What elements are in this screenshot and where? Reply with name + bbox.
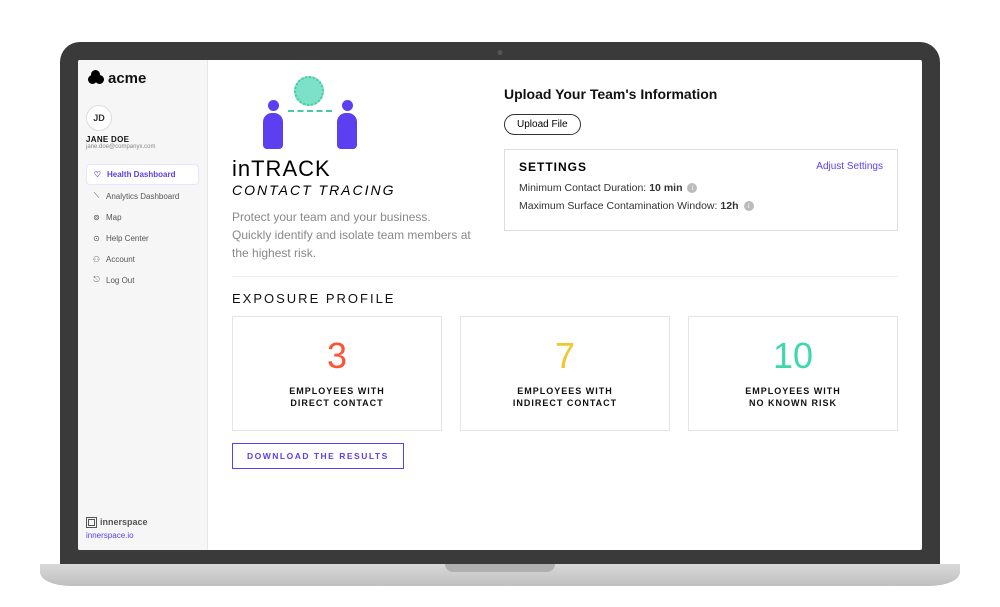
upload-title: Upload Your Team's Information: [504, 86, 898, 102]
nav-analytics-dashboard[interactable]: ⟍ Analytics Dashboard: [86, 187, 199, 206]
person-icon: [262, 100, 284, 150]
card-direct-contact: 3 EMPLOYEES WITH DIRECT CONTACT: [232, 316, 442, 431]
map-icon: ⊚: [92, 213, 101, 222]
company-logo: acme: [86, 70, 199, 87]
logo-icon: [88, 70, 104, 86]
account-icon: ⚇: [92, 255, 101, 264]
sidebar: acme JD JANE DOE jane.doe@companyx.com ♡…: [78, 60, 208, 550]
card-no-known-risk: 10 EMPLOYEES WITH NO KNOWN RISK: [688, 316, 898, 431]
setting-min-contact: Minimum Contact Duration: 10 min i: [519, 182, 883, 194]
hero-block: inTRACK CONTACT TRACING Protect your tea…: [232, 76, 472, 262]
upper-section: inTRACK CONTACT TRACING Protect your tea…: [232, 76, 898, 277]
card-label: EMPLOYEES WITH NO KNOWN RISK: [699, 385, 887, 410]
nav-label: Account: [106, 255, 135, 264]
nav-label: Map: [106, 213, 122, 222]
nav-map[interactable]: ⊚ Map: [86, 208, 199, 227]
exposure-cards: 3 EMPLOYEES WITH DIRECT CONTACT 7 EMPLOY…: [232, 316, 898, 431]
download-results-button[interactable]: DOWNLOAD THE RESULTS: [232, 443, 404, 469]
sidebar-footer: innerspace innerspace.io: [86, 517, 199, 540]
brand: innerspace: [86, 517, 199, 528]
setting-value: 12h: [720, 200, 738, 212]
brand-name: innerspace: [100, 517, 148, 527]
hero-title: inTRACK: [232, 156, 472, 182]
main-content: inTRACK CONTACT TRACING Protect your tea…: [208, 60, 922, 550]
app-screen: acme JD JANE DOE jane.doe@companyx.com ♡…: [78, 60, 922, 550]
logo-text: acme: [108, 70, 146, 87]
card-number: 7: [471, 335, 659, 377]
brand-link[interactable]: innerspace.io: [86, 531, 199, 540]
user-email: jane.doe@companyx.com: [86, 144, 199, 150]
card-indirect-contact: 7 EMPLOYEES WITH INDIRECT CONTACT: [460, 316, 670, 431]
setting-value: 10 min: [649, 182, 682, 194]
nav-label: Help Center: [106, 234, 149, 243]
adjust-settings-link[interactable]: Adjust Settings: [816, 161, 883, 172]
logout-icon: ⎋: [92, 276, 101, 285]
nav-account[interactable]: ⚇ Account: [86, 250, 199, 269]
card-label: EMPLOYEES WITH DIRECT CONTACT: [243, 385, 431, 410]
dashed-line-icon: [288, 110, 332, 112]
exposure-profile-title: EXPOSURE PROFILE: [232, 291, 898, 306]
setting-max-surface: Maximum Surface Contamination Window: 12…: [519, 200, 883, 212]
person-icon: [336, 100, 358, 150]
brand-icon: [86, 517, 97, 528]
nav-help-center[interactable]: ⊙ Help Center: [86, 229, 199, 248]
hero-subtitle: CONTACT TRACING: [232, 182, 472, 198]
settings-panel: SETTINGS Adjust Settings Minimum Contact…: [504, 149, 898, 231]
settings-header: SETTINGS Adjust Settings: [519, 160, 883, 174]
screen-bezel: acme JD JANE DOE jane.doe@companyx.com ♡…: [60, 42, 940, 564]
virus-icon: [294, 76, 324, 106]
nav-log-out[interactable]: ⎋ Log Out: [86, 271, 199, 290]
laptop-frame: acme JD JANE DOE jane.doe@companyx.com ♡…: [60, 42, 940, 586]
analytics-icon: ⟍: [92, 192, 101, 201]
settings-title: SETTINGS: [519, 160, 587, 174]
nav-label: Log Out: [106, 276, 134, 285]
setting-label: Maximum Surface Contamination Window:: [519, 200, 717, 212]
upload-settings-column: Upload Your Team's Information Upload Fi…: [504, 76, 898, 262]
upload-file-button[interactable]: Upload File: [504, 114, 581, 135]
laptop-notch: [445, 564, 555, 572]
avatar-initials: JD: [93, 113, 105, 123]
card-number: 10: [699, 335, 887, 377]
nav-health-dashboard[interactable]: ♡ Health Dashboard: [86, 164, 199, 185]
card-label: EMPLOYEES WITH INDIRECT CONTACT: [471, 385, 659, 410]
nav-label: Analytics Dashboard: [106, 192, 179, 201]
hero-description: Protect your team and your business. Qui…: [232, 208, 472, 262]
info-icon[interactable]: i: [687, 183, 697, 193]
avatar[interactable]: JD: [86, 105, 112, 131]
nav-label: Health Dashboard: [107, 170, 175, 179]
camera-dot: [498, 50, 503, 55]
contact-tracing-illustration: [232, 76, 392, 150]
info-icon[interactable]: i: [744, 201, 754, 211]
card-number: 3: [243, 335, 431, 377]
user-name: JANE DOE: [86, 135, 199, 144]
heart-icon: ♡: [93, 170, 102, 179]
setting-label: Minimum Contact Duration:: [519, 182, 646, 194]
help-icon: ⊙: [92, 234, 101, 243]
laptop-base: [40, 564, 960, 586]
